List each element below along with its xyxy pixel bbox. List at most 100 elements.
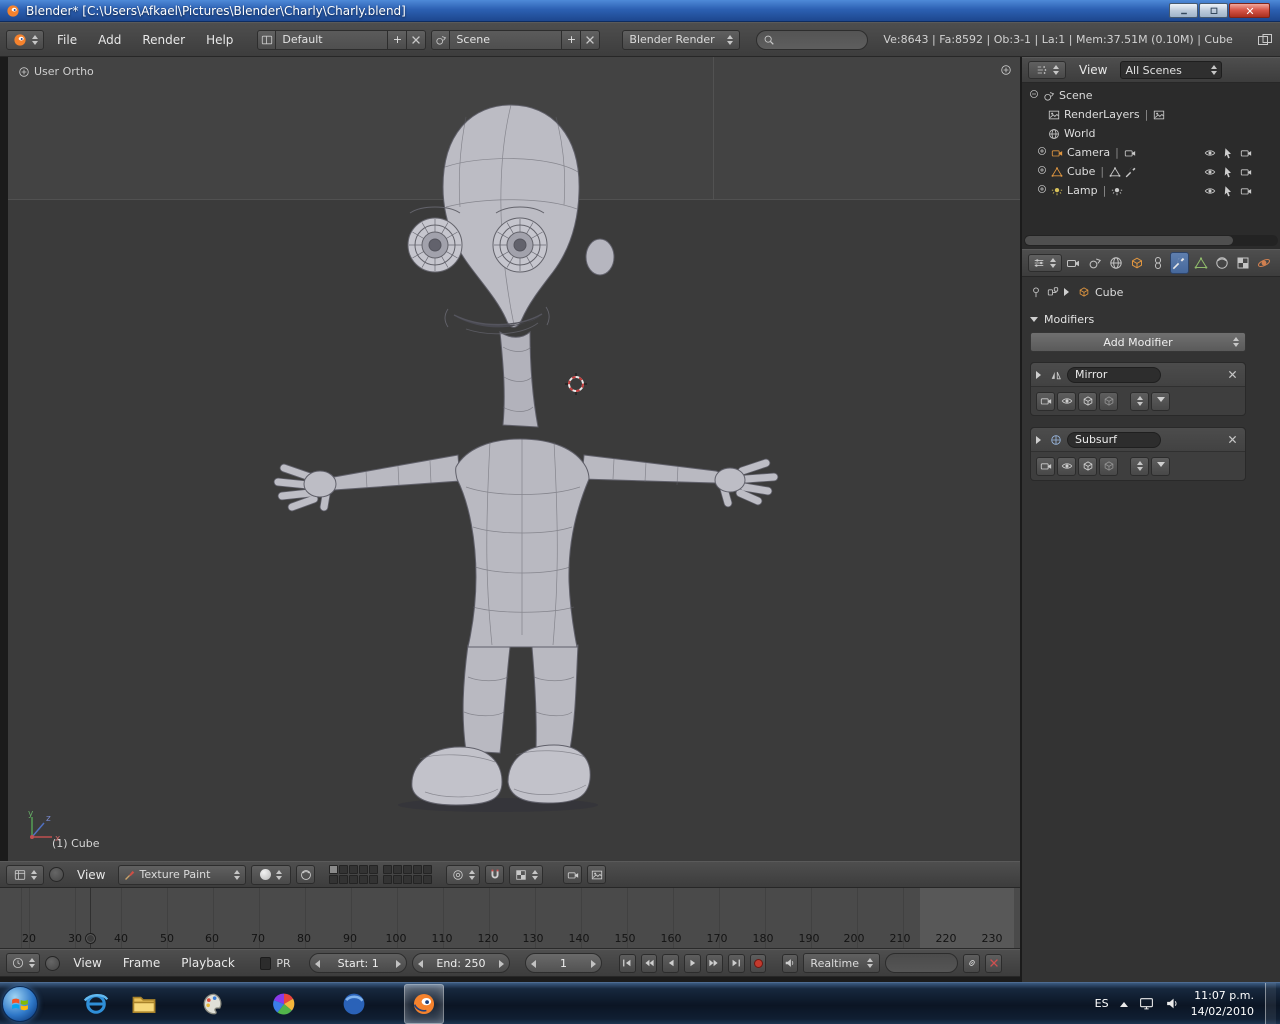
show-cage-toggle[interactable] bbox=[1099, 392, 1118, 411]
visibility-eye-icon[interactable] bbox=[1204, 185, 1216, 197]
keying-set-field[interactable] bbox=[885, 953, 958, 973]
mode-dropdown[interactable]: Texture Paint bbox=[118, 865, 246, 885]
frame-end-field[interactable]: End: 250 bbox=[412, 953, 510, 973]
outliner-row-world[interactable]: World bbox=[1022, 124, 1280, 143]
network-monitor-icon[interactable] bbox=[1139, 996, 1154, 1011]
tab-object-data[interactable] bbox=[1191, 252, 1210, 274]
selectability-cursor-icon[interactable] bbox=[1222, 185, 1234, 197]
modifier-header[interactable]: Subsurf bbox=[1031, 428, 1245, 452]
expand-icon[interactable] bbox=[1036, 146, 1047, 159]
render-engine-dropdown[interactable]: Blender Render bbox=[622, 30, 740, 50]
expand-icon[interactable] bbox=[1036, 184, 1047, 197]
move-modifier-up-button[interactable] bbox=[1130, 392, 1149, 411]
viewport-shading-dropdown[interactable] bbox=[251, 865, 291, 885]
proportional-edit-dropdown[interactable] bbox=[446, 865, 480, 885]
panel-collapse-icon[interactable] bbox=[1030, 317, 1038, 326]
region-toggle-icon[interactable] bbox=[1000, 64, 1012, 79]
maximize-button[interactable] bbox=[1199, 3, 1228, 18]
minimize-button[interactable] bbox=[1169, 3, 1198, 18]
editor-type-button[interactable] bbox=[6, 30, 44, 50]
show-editmode-toggle[interactable] bbox=[1078, 392, 1097, 411]
menu-outliner-view[interactable]: View bbox=[1071, 63, 1115, 77]
taskbar-messenger-button[interactable] bbox=[334, 984, 374, 1024]
add-scene-button[interactable]: + bbox=[562, 30, 581, 50]
render-opengl-anim-button[interactable] bbox=[587, 865, 606, 884]
outliner-filter-dropdown[interactable]: All Scenes bbox=[1120, 61, 1222, 79]
taskbar-paint-button[interactable] bbox=[194, 984, 234, 1024]
taskbar-explorer-button[interactable] bbox=[124, 984, 164, 1024]
delete-keyframe-button[interactable] bbox=[985, 954, 1002, 973]
viewport-3d[interactable]: User Ortho bbox=[8, 57, 1020, 861]
menu-timeline-view[interactable]: View bbox=[65, 956, 109, 970]
renderability-camera-icon[interactable] bbox=[1240, 185, 1252, 197]
menu-timeline-playback[interactable]: Playback bbox=[173, 956, 243, 970]
taskbar-media-button[interactable] bbox=[264, 984, 304, 1024]
remove-modifier-button[interactable] bbox=[1224, 432, 1240, 448]
layer-buttons-group-2[interactable] bbox=[383, 865, 432, 884]
show-viewport-toggle[interactable] bbox=[1057, 392, 1076, 411]
tab-texture[interactable] bbox=[1234, 252, 1253, 274]
expand-icon[interactable] bbox=[1036, 436, 1045, 444]
editor-type-button[interactable] bbox=[6, 953, 40, 973]
render-opengl-button[interactable] bbox=[563, 865, 582, 884]
delete-scene-button[interactable] bbox=[581, 30, 600, 50]
breadcrumb-object-name[interactable]: Cube bbox=[1095, 286, 1123, 299]
volume-icon[interactable] bbox=[1165, 996, 1180, 1011]
expand-icon[interactable] bbox=[1036, 165, 1047, 178]
menu-render[interactable]: Render bbox=[134, 33, 193, 47]
modifier-name-field[interactable]: Mirror bbox=[1067, 367, 1161, 383]
modifier-header[interactable]: Mirror bbox=[1031, 363, 1245, 387]
menu-timeline-frame[interactable]: Frame bbox=[115, 956, 168, 970]
audio-mute-button[interactable] bbox=[782, 954, 799, 973]
layer-buttons-group-1[interactable] bbox=[329, 865, 378, 884]
cursor-3d[interactable] bbox=[565, 373, 587, 395]
move-modifier-down-button[interactable] bbox=[1151, 392, 1170, 411]
tab-object[interactable] bbox=[1127, 252, 1146, 274]
tab-physics[interactable] bbox=[1255, 252, 1274, 274]
jump-to-start-button[interactable] bbox=[619, 954, 636, 973]
tab-render[interactable] bbox=[1064, 252, 1083, 274]
remove-modifier-button[interactable] bbox=[1224, 367, 1240, 383]
move-modifier-down-button[interactable] bbox=[1151, 457, 1170, 476]
snap-toggle-button[interactable] bbox=[485, 865, 504, 884]
menu-help[interactable]: Help bbox=[198, 33, 241, 47]
window-duplicate-icon[interactable] bbox=[1256, 33, 1274, 47]
screen-layout-icon[interactable] bbox=[257, 30, 276, 50]
editor-type-button[interactable] bbox=[6, 865, 44, 885]
close-button[interactable] bbox=[1229, 3, 1270, 18]
pivot-point-button[interactable] bbox=[296, 865, 315, 884]
visibility-eye-icon[interactable] bbox=[1204, 166, 1216, 178]
delete-layout-button[interactable] bbox=[407, 30, 426, 50]
renderability-camera-icon[interactable] bbox=[1240, 147, 1252, 159]
selectability-cursor-icon[interactable] bbox=[1222, 166, 1234, 178]
search-box[interactable] bbox=[756, 30, 868, 50]
outliner-row-cube[interactable]: Cube | bbox=[1022, 162, 1280, 181]
character-model[interactable] bbox=[270, 87, 790, 817]
previous-keyframe-button[interactable] bbox=[641, 954, 658, 973]
tab-world[interactable] bbox=[1106, 252, 1125, 274]
expand-icon[interactable] bbox=[1036, 371, 1045, 379]
add-layout-button[interactable]: + bbox=[388, 30, 407, 50]
menu-add[interactable]: Add bbox=[90, 33, 129, 47]
menu-file[interactable]: File bbox=[49, 33, 85, 47]
tab-constraints[interactable] bbox=[1149, 252, 1168, 274]
outliner-scrollbar[interactable] bbox=[1024, 235, 1278, 246]
next-keyframe-button[interactable] bbox=[706, 954, 723, 973]
scrollbar-thumb[interactable] bbox=[1025, 236, 1233, 245]
taskbar-blender-button[interactable] bbox=[404, 984, 444, 1024]
renderability-camera-icon[interactable] bbox=[1240, 166, 1252, 178]
selectability-cursor-icon[interactable] bbox=[1222, 147, 1234, 159]
taskbar-clock[interactable]: 11:07 p.m. 14/02/2010 bbox=[1191, 988, 1254, 1019]
snap-element-dropdown[interactable] bbox=[509, 865, 543, 885]
move-modifier-up-button[interactable] bbox=[1130, 457, 1149, 476]
collapse-icon[interactable] bbox=[1028, 89, 1039, 102]
preview-range-checkbox[interactable] bbox=[260, 957, 272, 970]
collapse-menus-button[interactable] bbox=[49, 867, 64, 882]
tab-scene[interactable] bbox=[1085, 252, 1104, 274]
outliner-row-camera[interactable]: Camera | bbox=[1022, 143, 1280, 162]
play-button[interactable] bbox=[684, 954, 701, 973]
add-modifier-dropdown[interactable]: Add Modifier bbox=[1030, 332, 1246, 352]
screen-layout-name[interactable]: Default bbox=[276, 30, 388, 50]
taskbar-ie-button[interactable] bbox=[76, 984, 116, 1024]
editor-type-button[interactable] bbox=[1028, 254, 1062, 272]
